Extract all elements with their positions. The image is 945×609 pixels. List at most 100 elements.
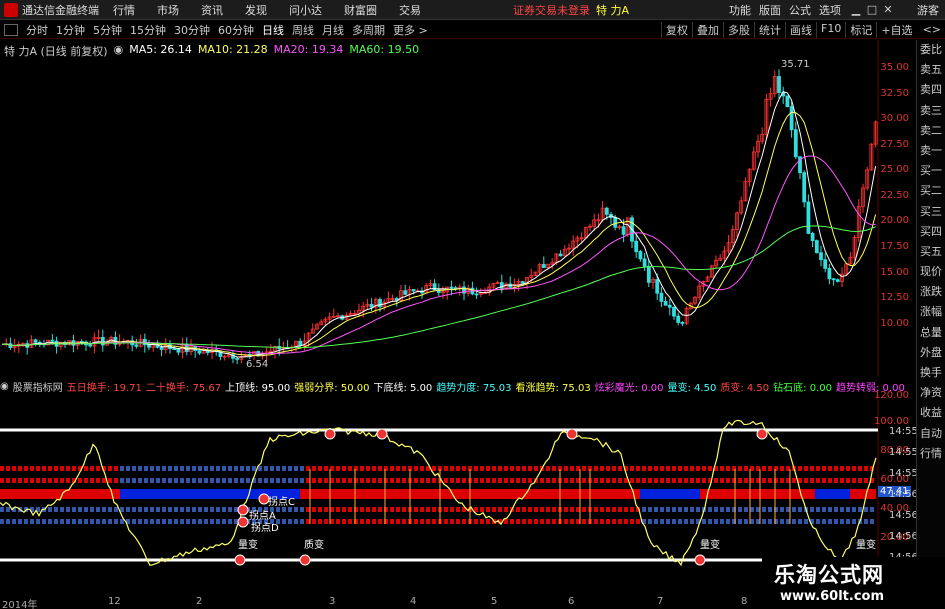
- period-month[interactable]: 月线: [322, 22, 344, 38]
- band-dot: [174, 478, 178, 483]
- menu-gongshi[interactable]: 公式: [789, 2, 811, 18]
- ind-eye-icon[interactable]: ◉: [0, 381, 9, 392]
- minimize-icon[interactable]: ▁: [849, 3, 863, 16]
- menu-banmian[interactable]: 版面: [759, 2, 781, 18]
- period-more[interactable]: 更多 >: [393, 22, 428, 38]
- period-5min[interactable]: 5分钟: [93, 22, 122, 38]
- side-change-pct[interactable]: 涨幅: [917, 302, 945, 322]
- band-dot: [156, 478, 160, 483]
- side-weibi[interactable]: 委比: [917, 40, 945, 60]
- side-sell1[interactable]: 卖一: [917, 141, 945, 161]
- tool-fuquan[interactable]: 复权: [661, 21, 692, 38]
- side-auto[interactable]: 自动: [917, 424, 945, 444]
- band-dot: [54, 519, 58, 524]
- period-1min[interactable]: 1分钟: [56, 22, 85, 38]
- menu-jiaoyi[interactable]: 交易: [399, 2, 421, 18]
- side-buy2[interactable]: 买二: [917, 181, 945, 201]
- menu-caifuquan[interactable]: 财富圈: [344, 2, 377, 18]
- side-buy5[interactable]: 买五: [917, 242, 945, 262]
- band-dot: [108, 478, 112, 483]
- tool-duogu[interactable]: 多股: [723, 21, 754, 38]
- label-guaidian-c: 拐点C: [268, 497, 295, 508]
- grid-icon[interactable]: [4, 23, 18, 36]
- side-turnover[interactable]: 换手: [917, 363, 945, 383]
- menu-gongneng[interactable]: 功能: [729, 2, 751, 18]
- side-price[interactable]: 现价: [917, 262, 945, 282]
- period-30min[interactable]: 30分钟: [174, 22, 210, 38]
- menu-wenxiaoda[interactable]: 问小达: [289, 2, 322, 18]
- restore-icon[interactable]: □: [865, 3, 879, 16]
- band-dot: [42, 478, 46, 483]
- band-dot: [534, 466, 538, 471]
- menu-xuanxiang[interactable]: 选项: [819, 2, 841, 18]
- band-dot: [816, 466, 820, 471]
- guest-label[interactable]: 游客: [917, 2, 939, 18]
- band-dot: [552, 478, 556, 483]
- side-sell2[interactable]: 卖二: [917, 121, 945, 141]
- side-sell3[interactable]: 卖三: [917, 101, 945, 121]
- band-dot: [150, 478, 154, 483]
- ind-name[interactable]: 股票指标网: [13, 379, 63, 394]
- tool-huaxian[interactable]: 画线: [785, 21, 816, 38]
- band-dot: [402, 478, 406, 483]
- close-icon[interactable]: ✕: [881, 3, 895, 16]
- band-dot: [576, 478, 580, 483]
- period-multi[interactable]: 多周期: [352, 22, 385, 38]
- side-buy3[interactable]: 买三: [917, 202, 945, 222]
- side-sell5[interactable]: 卖五: [917, 60, 945, 80]
- period-fenshi[interactable]: 分时: [26, 22, 48, 38]
- side-change[interactable]: 涨跌: [917, 282, 945, 302]
- band-dot: [246, 466, 250, 471]
- band-dot: [156, 519, 160, 524]
- tool-biaoji[interactable]: 标记: [845, 21, 876, 38]
- period-60min[interactable]: 60分钟: [218, 22, 254, 38]
- band-dot: [300, 519, 304, 524]
- menu-faxian[interactable]: 发现: [245, 2, 267, 18]
- period-15min[interactable]: 15分钟: [130, 22, 166, 38]
- side-netasset[interactable]: 净资: [917, 383, 945, 403]
- side-outer[interactable]: 外盘: [917, 343, 945, 363]
- period-day[interactable]: 日线: [262, 22, 284, 38]
- side-volume[interactable]: 总量: [917, 323, 945, 343]
- band-dot: [114, 466, 118, 471]
- candle-down: [159, 346, 164, 350]
- candle-down: [520, 281, 525, 284]
- tool-diejia[interactable]: 叠加: [692, 21, 723, 38]
- band-dot: [390, 466, 394, 471]
- menu-shichang[interactable]: 市场: [157, 2, 179, 18]
- tool-f10[interactable]: F10: [816, 21, 845, 38]
- band-dot: [456, 507, 460, 512]
- side-buy1[interactable]: 买一: [917, 161, 945, 181]
- tool-tongji[interactable]: 统计: [754, 21, 785, 38]
- band-dot: [324, 478, 328, 483]
- band-dot: [72, 507, 76, 512]
- login-notice[interactable]: 证券交易未登录: [513, 2, 590, 18]
- side-buy4[interactable]: 买四: [917, 222, 945, 242]
- zoom-toggle[interactable]: <>: [923, 23, 941, 36]
- band-dot: [162, 507, 166, 512]
- band-dot: [324, 519, 328, 524]
- band-dot: [504, 519, 508, 524]
- tool-zixuan[interactable]: +自选: [876, 21, 916, 38]
- band-dot: [552, 507, 556, 512]
- band-dot: [570, 507, 574, 512]
- period-week[interactable]: 周线: [292, 22, 314, 38]
- band-dot: [600, 507, 604, 512]
- band-dot: [594, 519, 598, 524]
- band-dot: [858, 507, 862, 512]
- kline-chart[interactable]: 35.00 32.50 30.00 27.50 25.00 22.50 20.0…: [0, 40, 915, 376]
- band-dot: [66, 507, 70, 512]
- menu-hangqing[interactable]: 行情: [113, 2, 135, 18]
- band-dot: [714, 478, 718, 483]
- label-guaidian-d: 拐点D: [251, 523, 279, 534]
- candle-down: [793, 129, 798, 158]
- band-dot: [456, 466, 460, 471]
- band-dot: [564, 478, 568, 483]
- side-sell4[interactable]: 卖四: [917, 80, 945, 100]
- band-dot: [726, 507, 730, 512]
- band-dot: [786, 519, 790, 524]
- band-dot: [522, 466, 526, 471]
- side-quote[interactable]: 行情: [917, 444, 945, 464]
- menu-zixun[interactable]: 资讯: [201, 2, 223, 18]
- side-earnings[interactable]: 收益: [917, 403, 945, 423]
